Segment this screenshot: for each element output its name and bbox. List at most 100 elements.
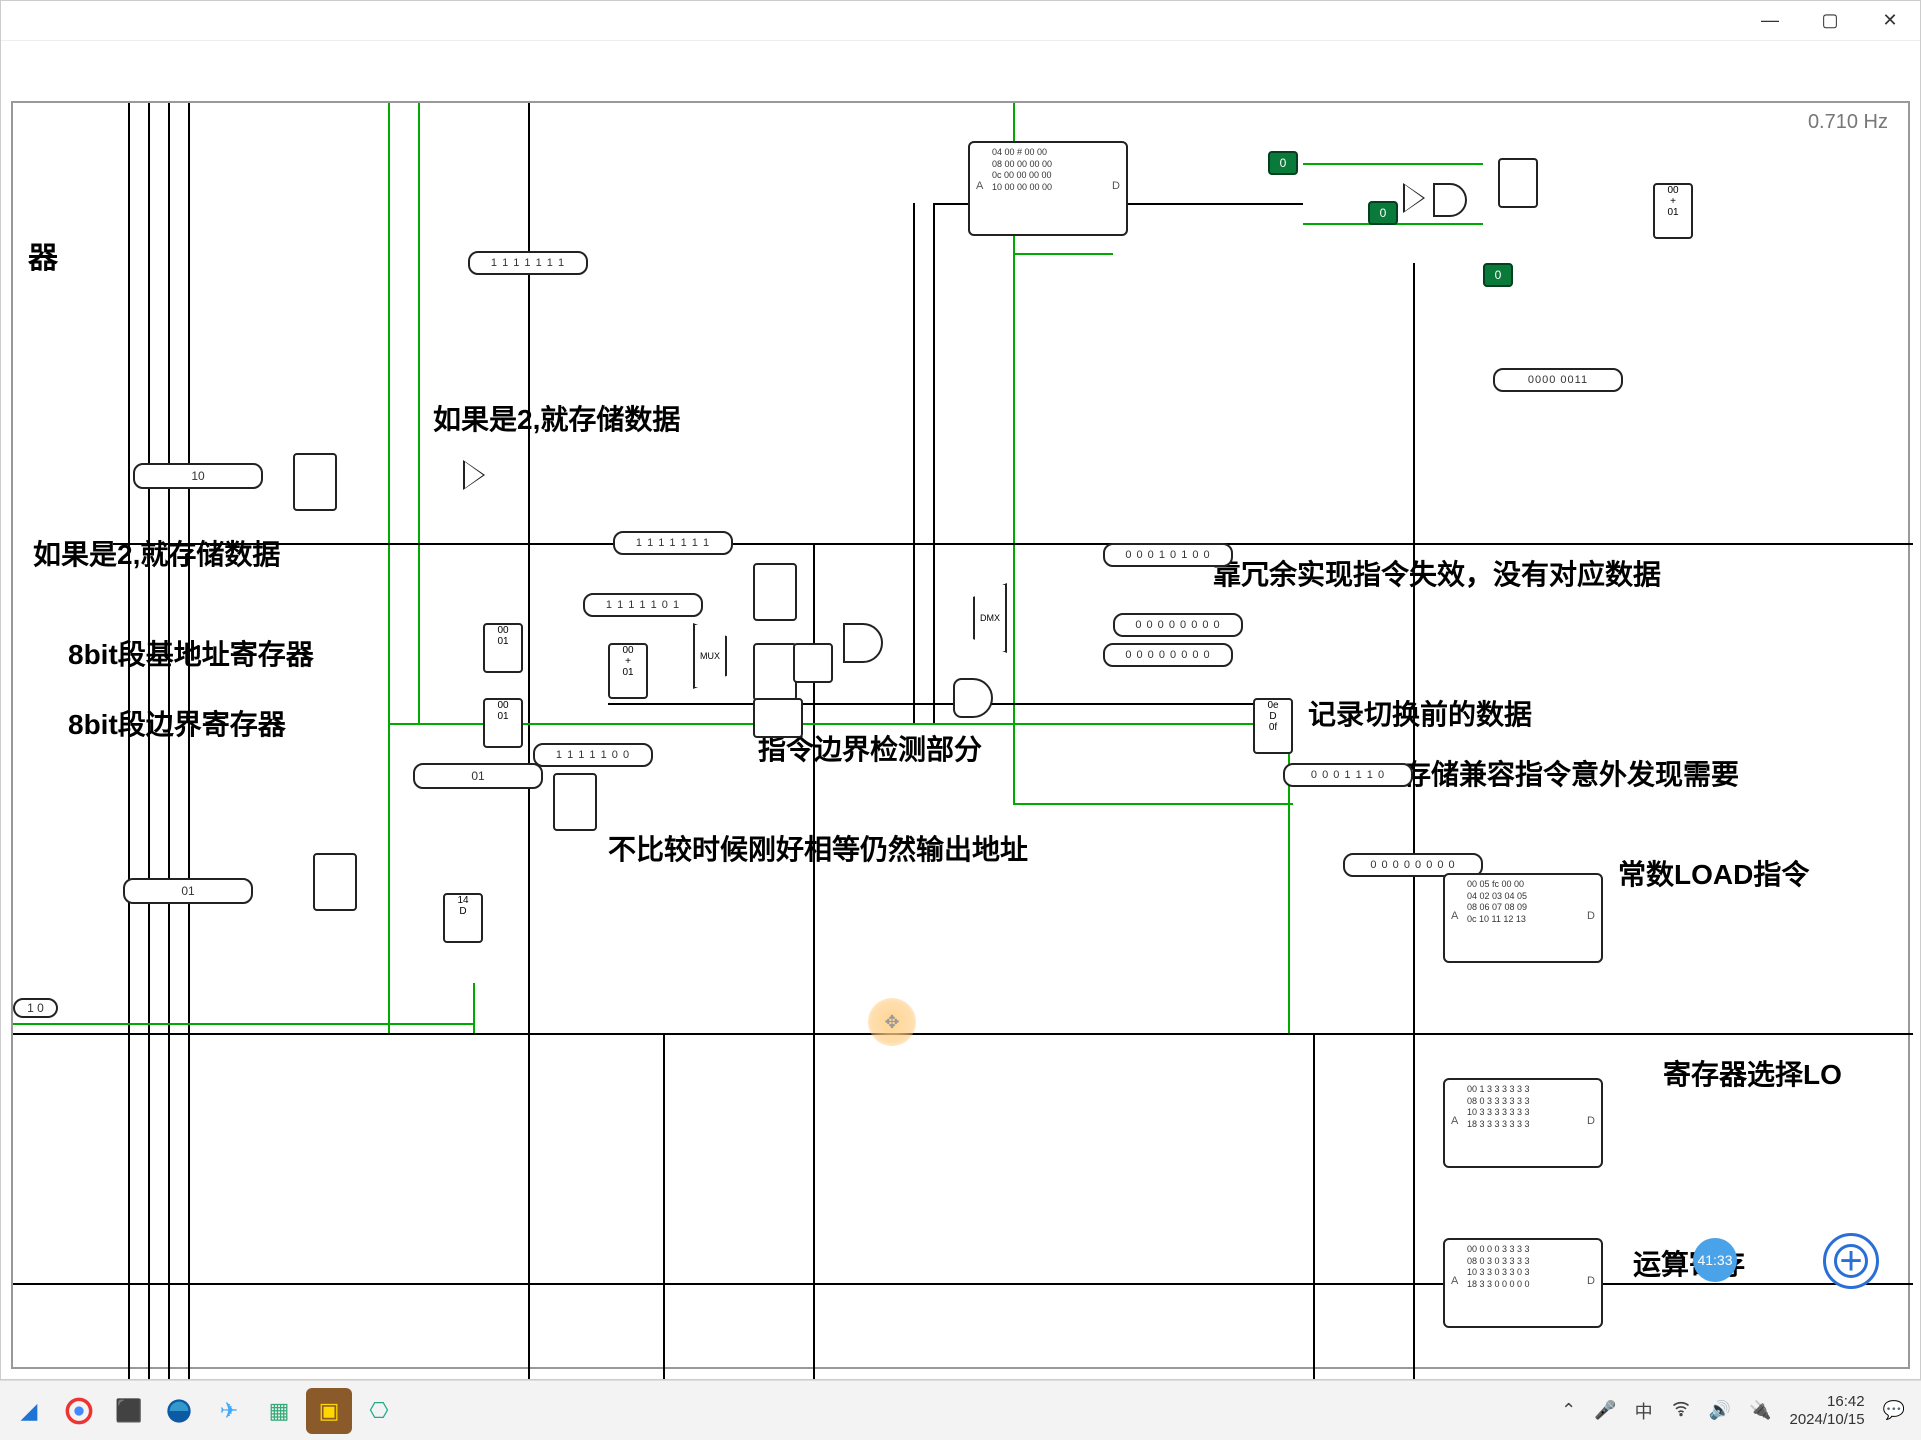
frequency-readout: 0.710 Hz bbox=[1808, 111, 1888, 134]
label-store-compat: 存储兼容指令意外发现需要 bbox=[1403, 753, 1739, 793]
wire-active bbox=[1013, 803, 1293, 805]
label-no-compare: 不比较时候刚好相等仍然输出地址 bbox=[608, 828, 1028, 868]
app-icon-edge[interactable] bbox=[156, 1388, 202, 1434]
port-a: A bbox=[1451, 909, 1458, 923]
port-a: A bbox=[976, 179, 983, 193]
wire-active bbox=[13, 1023, 473, 1025]
close-button[interactable]: ✕ bbox=[1860, 1, 1920, 41]
memory-block-2[interactable]: A D 00 05 fc 00 00 04 02 03 04 05 08 06 … bbox=[1443, 873, 1603, 963]
const-0[interactable]: 0 bbox=[1368, 201, 1398, 225]
label-store-if-2-a: 如果是2,就存储数据 bbox=[433, 398, 680, 438]
dmx[interactable]: DMX bbox=[973, 583, 1007, 653]
wire-active bbox=[1013, 253, 1113, 255]
reg-box-1[interactable]: 00 01 bbox=[483, 623, 523, 673]
maximize-button[interactable]: ▢ bbox=[1800, 1, 1860, 41]
slider-s3[interactable]: 01 bbox=[123, 878, 253, 904]
label-reg-select-load: 寄存器选择LO bbox=[1663, 1053, 1842, 1093]
chevron-up-icon[interactable]: ⌃ bbox=[1561, 1400, 1576, 1421]
reg-box-6[interactable] bbox=[1498, 158, 1538, 208]
label-const-load: 常数LOAD指令 bbox=[1618, 853, 1809, 893]
and-gate[interactable] bbox=[1433, 183, 1467, 217]
adder-2[interactable]: 00 + 01 bbox=[1653, 183, 1693, 239]
memory-block-4[interactable]: A D 00 0 0 0 3 3 3 3 08 0 3 0 3 3 3 3 10… bbox=[1443, 1238, 1603, 1328]
wire bbox=[933, 203, 935, 723]
wire bbox=[1413, 263, 1415, 1379]
taskbar-apps: ◢ ⬛ ✈ ▦ ▣ ⎔ bbox=[0, 1388, 402, 1434]
app-icon-6[interactable]: ▦ bbox=[256, 1388, 302, 1434]
port-d: D bbox=[1587, 1114, 1595, 1128]
notification-icon[interactable]: 💬 bbox=[1883, 1400, 1905, 1421]
port-a: A bbox=[1451, 1274, 1458, 1288]
reg-box-2[interactable]: 00 01 bbox=[483, 698, 523, 748]
comparator[interactable] bbox=[753, 563, 797, 621]
battery-icon[interactable]: 🔌 bbox=[1749, 1400, 1771, 1421]
buffer-icon[interactable] bbox=[1403, 183, 1425, 213]
comparator[interactable] bbox=[753, 643, 797, 701]
register-r4[interactable]: 1 1 1 1 1 0 0 bbox=[533, 743, 653, 767]
register-r3[interactable]: 1 1 1 1 1 0 1 bbox=[583, 593, 703, 617]
or-gate[interactable] bbox=[953, 678, 993, 718]
register-r10[interactable]: 0000 0011 bbox=[1493, 368, 1623, 392]
cursor-highlight: ✥ bbox=[868, 998, 916, 1046]
minimize-button[interactable]: — bbox=[1740, 1, 1800, 41]
titlebar: — ▢ ✕ bbox=[1, 1, 1920, 41]
volume-icon[interactable]: 🔊 bbox=[1709, 1400, 1731, 1421]
reg-box-5[interactable]: 0e D 0f bbox=[1253, 698, 1293, 754]
comparator[interactable] bbox=[293, 453, 337, 511]
comparator[interactable] bbox=[553, 773, 597, 831]
comparator[interactable] bbox=[313, 853, 357, 911]
register-r5[interactable]: 0 0 0 1 0 1 0 0 bbox=[1103, 543, 1233, 567]
diagram-canvas[interactable]: 0.710 Hz bbox=[11, 101, 1910, 1369]
wifi-icon[interactable] bbox=[1671, 1398, 1691, 1423]
label-store-if-2-b: 如果是2,就存储数据 bbox=[33, 533, 280, 573]
const-0[interactable]: 0 bbox=[1268, 151, 1298, 175]
wire bbox=[113, 543, 1913, 545]
app-icon-browser[interactable] bbox=[56, 1388, 102, 1434]
ime-indicator[interactable]: 中 bbox=[1635, 1398, 1653, 1424]
memory-block-3[interactable]: A D 00 1 3 3 3 3 3 3 08 0 3 3 3 3 3 3 10… bbox=[1443, 1078, 1603, 1168]
slider-s2[interactable]: 01 bbox=[413, 763, 543, 789]
app-window: — ▢ ✕ 0.710 Hz bbox=[0, 0, 1921, 1380]
app-icon-1[interactable]: ◢ bbox=[6, 1388, 52, 1434]
port-d: D bbox=[1112, 179, 1120, 193]
app-icon-3[interactable]: ⬛ bbox=[106, 1388, 152, 1434]
buffer-icon[interactable] bbox=[463, 460, 485, 490]
edge-icon bbox=[165, 1397, 193, 1425]
register-r2[interactable]: 1 1 1 1 1 1 1 bbox=[613, 531, 733, 555]
app-icon-7[interactable]: ▣ bbox=[306, 1388, 352, 1434]
register-r7[interactable]: 0 0 0 0 0 0 0 0 bbox=[1113, 613, 1243, 637]
wire-active bbox=[1303, 163, 1483, 165]
register-r6[interactable]: 0 0 0 0 0 0 0 0 bbox=[1103, 643, 1233, 667]
chrome-icon bbox=[65, 1397, 93, 1425]
adder-1[interactable]: 00 + 01 bbox=[608, 643, 648, 699]
recenter-button[interactable] bbox=[1823, 1233, 1879, 1289]
slider-s4[interactable]: 1 0 bbox=[13, 998, 58, 1018]
wire-active bbox=[473, 983, 475, 1033]
wire bbox=[1313, 1033, 1315, 1379]
app-icon-5[interactable]: ✈ bbox=[206, 1388, 252, 1434]
logic-block[interactable] bbox=[793, 643, 833, 683]
app-icon-logisim[interactable]: ⎔ bbox=[356, 1388, 402, 1434]
clock-time: 16:42 bbox=[1790, 1393, 1865, 1411]
taskbar: ◢ ⬛ ✈ ▦ ▣ ⎔ ⌃ 🎤 中 🔊 🔌 16:42 2024/10/15 💬 bbox=[0, 1380, 1921, 1440]
slider-s1[interactable]: 10 bbox=[133, 463, 263, 489]
wire bbox=[13, 1283, 1913, 1285]
const-0[interactable]: 0 bbox=[1483, 263, 1513, 287]
wire bbox=[913, 203, 915, 723]
clock[interactable]: 16:42 2024/10/15 bbox=[1790, 1393, 1865, 1429]
canvas-area[interactable]: 0.710 Hz bbox=[1, 41, 1920, 1379]
register-r8[interactable]: 0 0 0 1 1 1 0 bbox=[1283, 763, 1413, 787]
memory-block-1[interactable]: A D 04 00 # 00 00 08 00 00 00 00 0c 00 0… bbox=[968, 141, 1128, 236]
register-r1[interactable]: 1 1 1 1 1 1 1 bbox=[468, 251, 588, 275]
mic-icon[interactable]: 🎤 bbox=[1594, 1400, 1616, 1421]
wire-active bbox=[418, 103, 420, 723]
label-redundant: 靠冗余实现指令失效，没有对应数据 bbox=[1213, 553, 1661, 593]
clock-date: 2024/10/15 bbox=[1790, 1411, 1865, 1429]
reg-box-3[interactable]: 14 D bbox=[443, 893, 483, 943]
wire-active bbox=[388, 103, 390, 1033]
wire bbox=[528, 103, 530, 1379]
logic-block[interactable] bbox=[753, 698, 803, 738]
and-gate[interactable] bbox=[843, 623, 883, 663]
mux[interactable]: MUX bbox=[693, 623, 727, 689]
label-base-addr-reg: 8bit段基地址寄存器 bbox=[68, 633, 314, 673]
